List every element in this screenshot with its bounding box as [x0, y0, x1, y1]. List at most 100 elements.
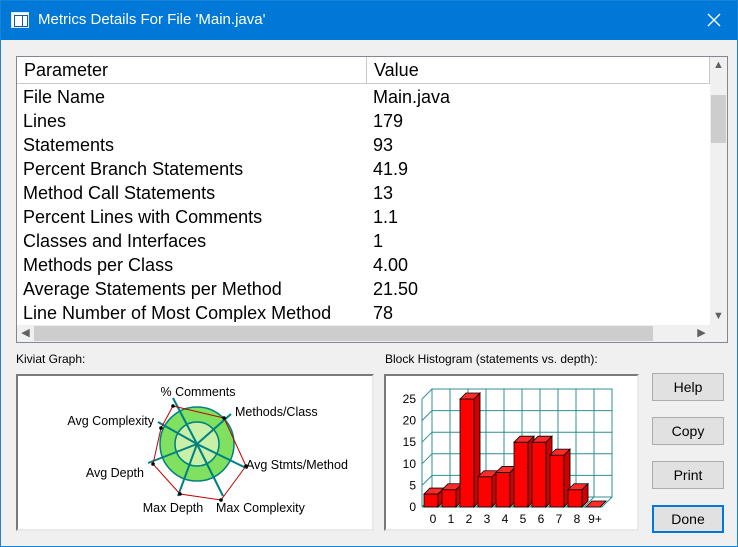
value-cell: 13	[373, 183, 394, 203]
histogram-x-tick-label: 9+	[588, 512, 602, 526]
kiviat-point	[171, 404, 175, 408]
close-icon	[707, 13, 721, 27]
kiviat-axis-label: Methods/Class	[235, 405, 318, 419]
list-header: Parameter Value	[17, 57, 710, 84]
histogram-bar	[441, 482, 464, 508]
histogram-y-tick-label: 25	[403, 392, 417, 406]
table-row[interactable]: Line Number of Most Complex Method 78	[17, 301, 710, 322]
kiviat-axis-label: Max Depth	[143, 501, 203, 515]
parameter-cell: Average Statements per Method	[23, 279, 282, 299]
scroll-down-arrow-icon[interactable]: ▼	[710, 308, 727, 325]
scroll-up-arrow-icon[interactable]: ▲	[710, 57, 727, 74]
value-cell: 1	[373, 231, 384, 251]
app-icon	[11, 12, 29, 28]
histogram-y-tick-label: 15	[403, 435, 417, 449]
parameter-cell: Methods per Class	[23, 255, 174, 275]
kiviat-point	[222, 416, 226, 420]
histogram-bar-front	[459, 398, 475, 508]
value-cell: 179	[373, 111, 404, 131]
histogram-bar-front	[531, 441, 547, 508]
table-row[interactable]: Methods per Class 4.00	[17, 253, 710, 277]
table-row[interactable]: Classes and Interfaces 1	[17, 229, 710, 253]
help-button[interactable]: Help	[652, 373, 724, 401]
column-header-value[interactable]: Value	[367, 57, 710, 84]
histogram-bar-front	[513, 441, 529, 508]
copy-button[interactable]: Copy	[652, 417, 724, 445]
title-bar: Metrics Details For File 'Main.java'	[1, 1, 737, 40]
window-title: Metrics Details For File 'Main.java'	[38, 11, 266, 28]
histogram-bar-front	[549, 454, 565, 508]
value-cell: 78	[373, 303, 394, 322]
histogram-bar	[549, 448, 572, 508]
histogram-bar	[567, 482, 590, 508]
kiviat-point	[151, 462, 155, 466]
close-button[interactable]	[691, 1, 737, 40]
histogram-bar-front	[423, 493, 439, 508]
scroll-corner	[710, 325, 727, 342]
histogram-y-tick-label: 0	[409, 500, 416, 514]
list-body: File Name Main.java Lines 179 Statements 93 Pe…	[17, 85, 710, 322]
column-header-parameter[interactable]: Parameter	[17, 57, 367, 84]
parameter-cell: Classes and Interfaces	[23, 231, 207, 251]
table-row[interactable]: Percent Lines with Comments 1.1	[17, 205, 710, 229]
histogram-x-tick-label: 3	[484, 512, 491, 526]
kiviat-point	[178, 492, 182, 496]
histogram-x-tick-label: 7	[556, 512, 563, 526]
histogram-bar	[495, 465, 518, 508]
histogram-bar-front	[441, 489, 457, 508]
kiviat-graph-label: Kiviat Graph:	[16, 352, 86, 366]
histogram-grid-line	[421, 431, 433, 443]
table-row[interactable]: Method Call Statements 13	[17, 181, 710, 205]
parameter-cell: Lines	[23, 111, 67, 131]
histogram-bar	[513, 435, 536, 508]
kiviat-axis-label: Max Complexity	[216, 501, 306, 515]
kiviat-point	[159, 426, 163, 430]
table-row[interactable]: Percent Branch Statements 41.9	[17, 157, 710, 181]
metrics-list[interactable]: Parameter Value File Name Main.java Lines 1…	[16, 56, 728, 343]
parameter-cell: Percent Branch Statements	[23, 159, 244, 179]
kiviat-axis-label: Avg Stmts/Method	[246, 458, 348, 472]
table-row[interactable]: Average Statements per Method 21.50	[17, 277, 710, 301]
block-histogram-svg: 05101520250 1 2 3 4 5 6 7 8 9+	[403, 388, 613, 526]
histogram-grid-line	[421, 475, 433, 486]
histogram-bar-front	[567, 489, 583, 508]
table-row[interactable]: File Name Main.java	[17, 85, 710, 109]
done-button[interactable]: Done	[652, 505, 724, 533]
histogram-grid-line	[421, 410, 433, 421]
parameter-cell: Percent Lines with Comments	[23, 207, 263, 227]
scroll-left-arrow-icon[interactable]: ◀	[17, 325, 34, 342]
histogram-bar	[531, 435, 554, 508]
histogram-bar	[477, 469, 500, 508]
histogram-x-tick-label: 2	[466, 512, 473, 526]
vertical-scroll-thumb[interactable]	[711, 95, 726, 143]
histogram-y-tick-label: 10	[403, 457, 417, 471]
histogram-x-tick-label: 4	[502, 512, 509, 526]
value-cell: 41.9	[373, 159, 409, 179]
histogram-x-tick-label: 8	[574, 512, 581, 526]
parameter-cell: Statements	[23, 135, 115, 155]
histogram-grid-line	[421, 453, 433, 465]
value-cell: 93	[373, 135, 394, 155]
vertical-scrollbar[interactable]: ▲ ▼	[710, 57, 727, 325]
histogram-y-tick-label: 20	[403, 414, 417, 428]
histogram-x-tick-label: 6	[538, 512, 545, 526]
histogram-x-tick-label: 1	[448, 512, 455, 526]
table-row[interactable]: Statements 93	[17, 133, 710, 157]
parameter-cell: File Name	[23, 87, 106, 107]
block-histogram-label: Block Histogram (statements vs. depth):	[385, 352, 598, 366]
metrics-details-window: Metrics Details For File 'Main.java' Par…	[0, 0, 738, 547]
histogram-y-tick-label: 5	[409, 478, 416, 492]
histogram-x-tick-label: 5	[520, 512, 527, 526]
parameter-cell: Line Number of Most Complex Method	[23, 303, 332, 322]
horizontal-scrollbar[interactable]: ◀ ▶	[17, 325, 710, 342]
kiviat-graph-svg: % CommentsMethods/Class Avg Stmts/Method M…	[67, 385, 348, 515]
value-cell: 21.50	[373, 279, 419, 299]
print-button[interactable]: Print	[652, 461, 724, 489]
histogram-grid-line	[421, 388, 433, 400]
horizontal-scroll-thumb[interactable]	[34, 326, 653, 341]
scroll-right-arrow-icon[interactable]: ▶	[693, 325, 710, 342]
value-cell: 4.00	[373, 255, 409, 275]
histogram-bar-front	[495, 472, 511, 508]
table-row[interactable]: Lines 179	[17, 109, 710, 133]
kiviat-graph: % Comments Methods/Class Avg Stmts/Method M…	[16, 374, 374, 531]
